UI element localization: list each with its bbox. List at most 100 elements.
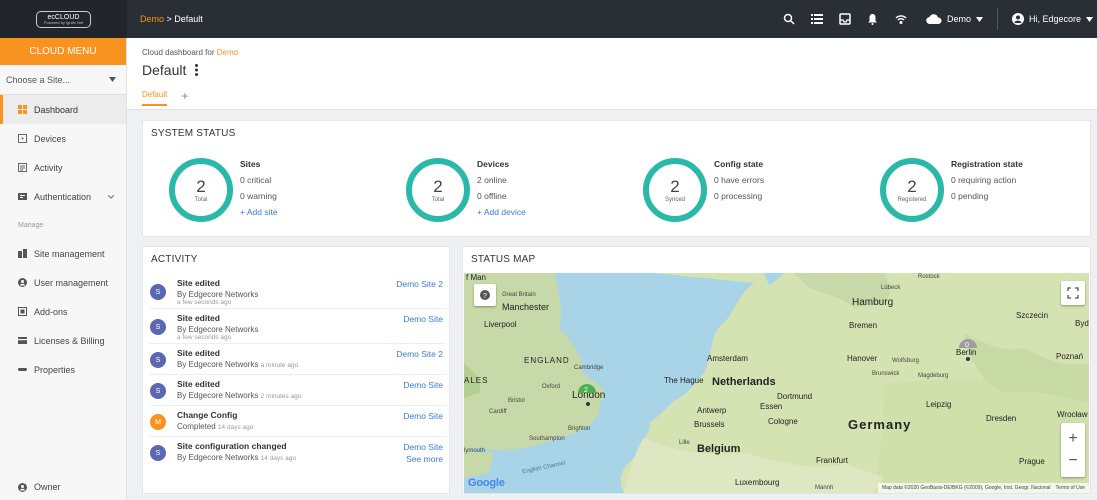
- sidebar-item-label: Licenses & Billing: [34, 335, 105, 346]
- page-header: Cloud dashboard for Demo Default Default…: [127, 38, 1097, 110]
- map-label-bydgoszcz: Byd: [1075, 319, 1089, 328]
- activity-item-title: Change Config: [177, 410, 238, 420]
- activity-item-by: By Edgecore Networks 14 days ago: [177, 453, 296, 462]
- map-canvas[interactable]: f Man Great Britain Manchester Liverpool…: [464, 273, 1089, 493]
- sidebar-item-site-management[interactable]: Site management: [0, 239, 126, 268]
- sidebar-item-dashboard[interactable]: Dashboard: [0, 95, 126, 124]
- sidebar-item-licenses-billing[interactable]: Licenses & Billing: [0, 326, 126, 355]
- map-label-cardiff: Cardiff: [489, 409, 507, 415]
- google-logo[interactable]: Google: [468, 477, 505, 489]
- page-title-row: Default: [142, 62, 1097, 78]
- map-terms-link[interactable]: Terms of Use: [1056, 485, 1085, 491]
- map-help-button[interactable]: ?: [474, 284, 496, 306]
- activity-site-link[interactable]: Demo Site: [403, 411, 443, 421]
- bell-icon[interactable]: [866, 12, 880, 26]
- map-label-manchester: Manchester: [502, 302, 550, 312]
- activity-item-by: By Edgecore Networks a minute ago: [177, 360, 298, 369]
- sidebar-owner[interactable]: Owner: [0, 477, 61, 497]
- activity-item-by-text: By Edgecore Networks: [177, 391, 259, 400]
- avatar: S: [150, 319, 166, 335]
- breadcrumb-page: Default: [174, 14, 203, 24]
- inbox-icon[interactable]: [838, 12, 852, 26]
- activity-site-link[interactable]: Demo Site 2: [396, 279, 443, 289]
- sidebar-item-label: Devices: [34, 133, 67, 144]
- fullscreen-button[interactable]: [1061, 281, 1085, 305]
- site-select[interactable]: Choose a Site...: [0, 65, 126, 95]
- search-icon[interactable]: [782, 12, 796, 26]
- more-vertical-icon[interactable]: [195, 64, 199, 76]
- sidebar-item-label: Properties: [34, 364, 76, 375]
- main-content: Cloud dashboard for Demo Default Default…: [127, 38, 1097, 500]
- status-ring-label: Total: [194, 196, 208, 203]
- owner-label: Owner: [34, 482, 61, 492]
- sidebar-item-user-management[interactable]: User management: [0, 268, 126, 297]
- user-menu[interactable]: Hi, Edgecore: [1011, 13, 1093, 25]
- status-map-card: STATUS MAP f Man Great Britain Mancheste…: [462, 246, 1091, 494]
- status-line: 0 offline: [477, 191, 507, 201]
- addons-icon: [18, 307, 27, 316]
- avatar: S: [150, 352, 166, 368]
- map-label-brussels: Brussels: [694, 420, 725, 429]
- wireless-icon[interactable]: [894, 12, 908, 26]
- add-tab-button[interactable]: +: [181, 90, 188, 106]
- activity-item-time: 2 minutes ago: [260, 393, 302, 400]
- activity-item: S Site edited By Edgecore Networks a few…: [149, 277, 446, 309]
- activity-item-title: Site edited: [177, 379, 220, 389]
- top-bar-actions: Demo Hi, Edgecore: [782, 0, 1093, 38]
- status-details: Sites 0 critical 0 warning + Add site: [240, 156, 278, 220]
- activity-site-link[interactable]: Demo Site: [403, 380, 443, 390]
- sidebar-item-authentication[interactable]: Authentication: [0, 182, 126, 211]
- add-device-link[interactable]: + Add device: [477, 204, 526, 220]
- help-glyph: ?: [483, 293, 487, 300]
- page-subtitle-org[interactable]: Demo: [217, 48, 238, 57]
- map-label-great-britain: Great Britain: [502, 292, 536, 298]
- activity-item-by-text: By Edgecore Networks: [177, 360, 259, 369]
- list-icon[interactable]: [810, 12, 824, 26]
- map-label-dresden: Dresden: [986, 414, 1017, 423]
- map-label-antwerp: Antwerp: [697, 406, 727, 415]
- activity-item: S Site configuration changed By Edgecore…: [149, 440, 446, 472]
- status-group-sites: 2 Total Sites 0 critical 0 warning + Add …: [144, 151, 380, 231]
- page-title: Default: [142, 62, 187, 78]
- status-title: Registration state: [951, 159, 1023, 169]
- sidebar: CLOUD MENU Choose a Site... Dashboard De…: [0, 38, 127, 500]
- zoom-out-button[interactable]: −: [1068, 453, 1077, 469]
- caret-down-icon: [975, 16, 983, 22]
- map-label-bristol: Bristol: [508, 398, 525, 404]
- map-label-belgium: Belgium: [697, 443, 741, 455]
- status-ring-value: 2: [907, 176, 917, 196]
- activity-icon: [18, 163, 27, 172]
- zoom-in-button[interactable]: +: [1068, 431, 1077, 447]
- activity-item: M Change Config Completed 14 days ago De…: [149, 409, 446, 437]
- add-site-link[interactable]: + Add site: [240, 204, 278, 220]
- sidebar-item-devices[interactable]: Devices: [0, 124, 126, 153]
- fullscreen-icon: [1067, 287, 1079, 299]
- map-label-netherlands: Netherlands: [712, 376, 776, 388]
- brand-logo[interactable]: ecCLOUD Powered by Ignite Net: [0, 0, 127, 38]
- map-label-cologne: Cologne: [768, 417, 798, 426]
- map-label-prague: Prague: [1019, 457, 1045, 466]
- org-selector[interactable]: Demo: [926, 14, 983, 24]
- status-details: Config state 0 have errors 0 processing: [714, 156, 764, 204]
- map-label-liverpool: Liverpool: [484, 320, 517, 329]
- activity-site-link[interactable]: Demo Site 2: [396, 349, 443, 359]
- breadcrumb-org[interactable]: Demo: [140, 14, 164, 24]
- breadcrumb-separator: >: [164, 14, 175, 24]
- cloud-icon: [926, 14, 942, 24]
- activity-item: S Site edited By Edgecore Networks a few…: [149, 312, 446, 344]
- tab-default[interactable]: Default: [142, 90, 168, 106]
- sidebar-item-activity[interactable]: Activity: [0, 153, 126, 182]
- activity-item-by: By Edgecore Networks: [177, 290, 259, 299]
- licenses-icon: [18, 336, 27, 345]
- sidebar-item-properties[interactable]: Properties: [0, 355, 126, 384]
- status-title: Sites: [240, 159, 261, 169]
- map-label-the-hague: The Hague: [664, 376, 704, 385]
- activity-site-link[interactable]: Demo Site: [403, 314, 443, 324]
- activity-item-by: Completed 14 days ago: [177, 422, 253, 431]
- see-more-link[interactable]: See more: [406, 454, 443, 464]
- activity-site-link[interactable]: Demo Site: [403, 442, 443, 452]
- sidebar-item-label: Authentication: [34, 191, 92, 202]
- sidebar-item-addons[interactable]: Add-ons: [0, 297, 126, 326]
- status-details: Registration state 0 requiring action 0 …: [951, 156, 1023, 204]
- status-line: 0 have errors: [714, 175, 765, 185]
